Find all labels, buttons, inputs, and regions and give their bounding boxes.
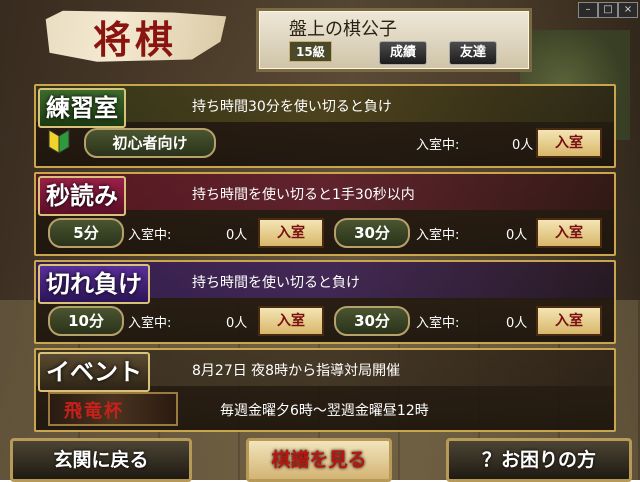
help-button[interactable]: ？お困りの方 — [446, 438, 632, 482]
practice-description: 持ち時間30分を使い切ると負け — [192, 99, 392, 115]
results-button[interactable]: 成績 — [379, 41, 428, 65]
enter-button-30min-kiremake[interactable]: 入室 — [536, 306, 602, 336]
event-title: イベント — [38, 352, 150, 392]
byoyomi-description: 持ち時間を使い切ると1手30秒以内 — [192, 187, 415, 203]
beginner-mark-icon — [48, 129, 70, 154]
back-to-entrance-button[interactable]: 玄関に戻る — [10, 438, 192, 482]
close-icon[interactable]: × — [618, 2, 638, 18]
room-label-beginner: 初心者向け — [84, 128, 216, 158]
event-schedule: 毎週金曜夕6時～翌週金曜昼12時 — [220, 403, 429, 419]
kiremake-description: 持ち時間を使い切ると負け — [192, 275, 360, 291]
friends-button[interactable]: 友達 — [449, 41, 498, 65]
app-logo-text: 将棋 — [92, 16, 177, 62]
occupancy-count: 0人 — [506, 228, 528, 243]
enter-button-10min[interactable]: 入室 — [258, 306, 324, 336]
player-name: 盤上の棋公子 — [289, 19, 397, 40]
enter-button-5min[interactable]: 入室 — [258, 218, 324, 248]
enter-button-30min[interactable]: 入室 — [536, 218, 602, 248]
occupancy-label: 入室中: — [128, 316, 172, 331]
maximize-icon[interactable]: □ — [598, 2, 618, 18]
kiremake-section: 切れ負け 持ち時間を使い切ると負け 10分 入室中: 0人 入室 30分 入室中… — [34, 260, 616, 344]
occupancy-label: 入室中: — [128, 228, 172, 243]
practice-title: 練習室 — [38, 88, 126, 128]
practice-section: 練習室 持ち時間30分を使い切ると負け 初心者向け 入室中: 0人 入室 — [34, 84, 616, 168]
practice-room-row: 初心者向け 入室中: 0人 入室 — [42, 128, 602, 158]
enter-button-beginner[interactable]: 入室 — [536, 128, 602, 158]
player-panel: 盤上の棋公子 15級 成績 友達 — [256, 8, 532, 72]
event-logo[interactable]: 飛竜杯 — [48, 392, 178, 426]
occupancy-label: 入室中: — [416, 138, 460, 153]
minimize-icon[interactable]: – — [578, 2, 598, 18]
occupancy-count: 0人 — [506, 316, 528, 331]
room-label-30min-kiremake: 30分 — [334, 306, 410, 336]
event-description: 8月27日 夜8時から指導対局開催 — [192, 363, 401, 379]
byoyomi-title: 秒読み — [38, 176, 126, 216]
event-logo-text: 飛竜杯 — [64, 401, 124, 422]
occupancy-label: 入室中: — [416, 228, 460, 243]
occupancy-label: 入室中: — [416, 316, 460, 331]
view-kifu-button[interactable]: 棋譜を見る — [246, 438, 392, 482]
room-label-10min: 10分 — [48, 306, 124, 336]
occupancy-count: 0人 — [226, 228, 248, 243]
player-rank-badge: 15級 — [289, 41, 332, 62]
room-label-30min: 30分 — [334, 218, 410, 248]
byoyomi-section: 秒読み 持ち時間を使い切ると1手30秒以内 5分 入室中: 0人 入室 30分 … — [34, 172, 616, 256]
kiremake-title: 切れ負け — [38, 264, 150, 304]
event-section: イベント 8月27日 夜8時から指導対局開催 飛竜杯 毎週金曜夕6時～翌週金曜昼… — [34, 348, 616, 432]
occupancy-count: 0人 — [226, 316, 248, 331]
occupancy-count: 0人 — [512, 138, 534, 153]
room-label-5min: 5分 — [48, 218, 124, 248]
